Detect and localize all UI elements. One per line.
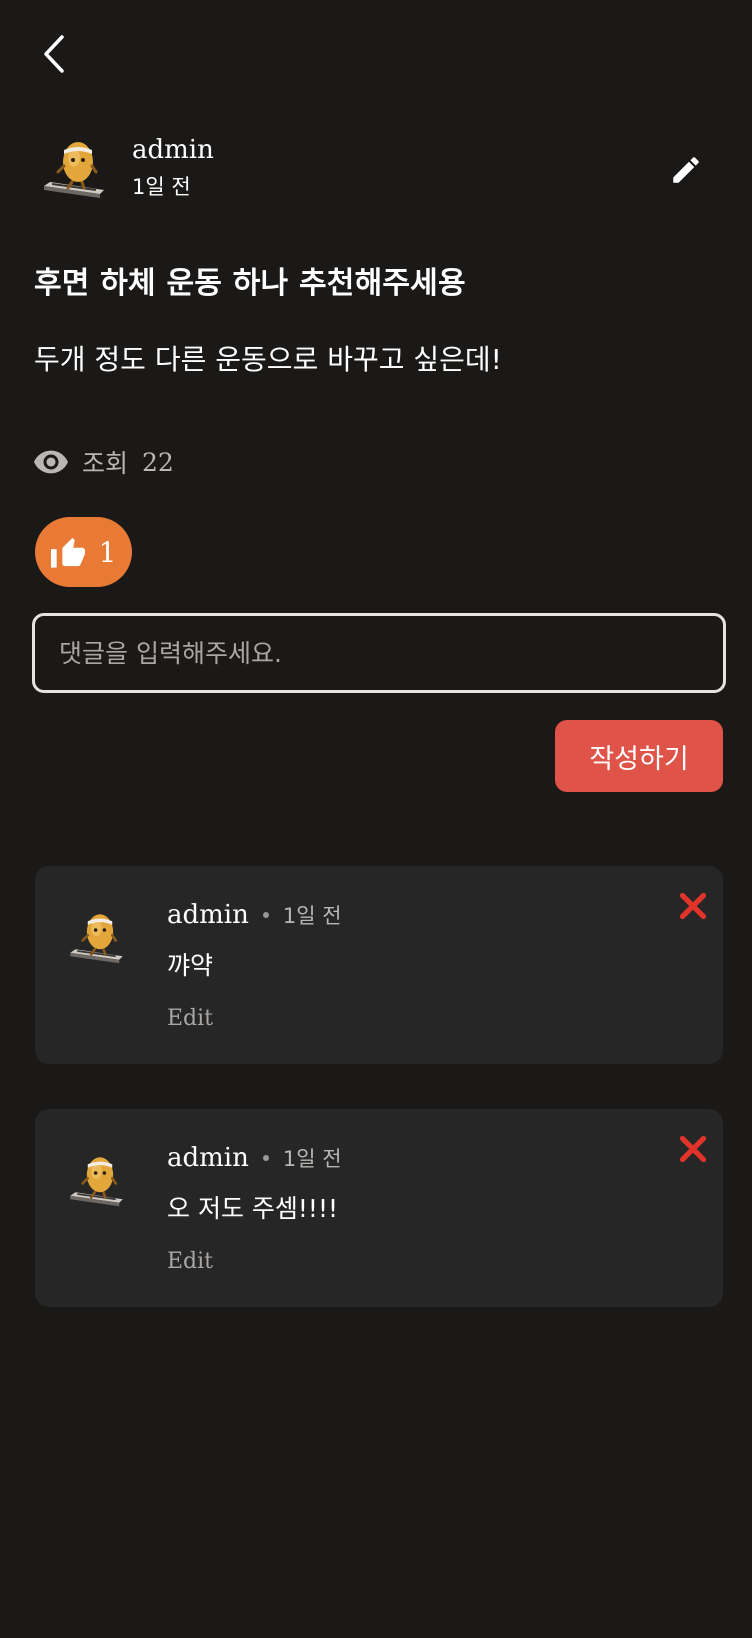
post-detail-screen: admin 1일 전 후면 하체 운동 하나 추천해주세용 두개 정도 다른 운… [0,0,752,1638]
eye-icon [34,450,68,474]
pencil-icon [673,157,699,183]
avatar[interactable] [38,128,118,208]
post-title: 후면 하체 운동 하나 추천해주세용 [34,266,466,301]
like-count: 1 [98,535,117,569]
comment-card: admin 1일 전 꺄약 Edit [35,866,723,1064]
edit-post-button[interactable] [664,148,708,192]
delete-comment-button[interactable] [673,1129,713,1169]
comment-edit-link[interactable]: Edit [167,1006,213,1031]
author-name: admin [132,135,214,165]
comment-input[interactable] [35,616,723,690]
comment-text: 오 저도 주셈!!!! [167,1194,338,1223]
post-body: 두개 정도 다른 운동으로 바꾸고 싶은데! [34,343,502,376]
views-number: 22 [142,447,174,477]
chevron-left-icon [44,35,64,73]
close-icon [679,892,707,920]
comment-author: admin [167,1143,249,1173]
comment-author: admin [167,900,249,930]
avatar[interactable] [65,1145,135,1215]
comment-text: 꺄약 [167,951,214,980]
avatar[interactable] [65,902,135,972]
views-label: 조회 [82,449,129,478]
submit-comment-button[interactable]: 작성하기 [555,720,723,792]
comment-time: 1일 전 [282,904,342,928]
delete-comment-button[interactable] [673,886,713,926]
view-count: 조회 22 [34,444,174,480]
comment-input-box [32,613,726,693]
back-button[interactable] [28,28,80,80]
separator-dot [262,1155,269,1161]
post-time: 1일 전 [132,175,191,199]
close-icon [679,1135,707,1163]
comment-header: admin 1일 전 [167,900,342,930]
like-button[interactable]: 1 [35,517,132,587]
comment-header: admin 1일 전 [167,1143,342,1173]
thumbs-up-icon [50,537,85,568]
comment-time: 1일 전 [282,1147,342,1171]
post-author: admin 1일 전 [38,128,728,208]
comment-card: admin 1일 전 오 저도 주셈!!!! Edit [35,1109,723,1307]
comment-edit-link[interactable]: Edit [167,1249,213,1274]
separator-dot [262,912,269,918]
author-meta: admin 1일 전 [132,135,214,201]
